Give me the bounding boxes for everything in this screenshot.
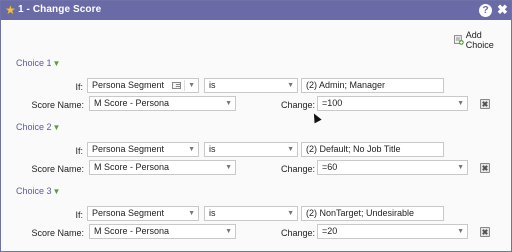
add-choice-icon (454, 35, 464, 45)
choice-2-header[interactable]: Choice 2▼ (16, 122, 60, 132)
change-score-dialog: ★ 1 - Change Score ? ✖ Add Choice Choice… (0, 0, 512, 252)
chevron-down-icon: ▼ (225, 100, 232, 107)
delete-icon[interactable] (480, 163, 490, 173)
add-choice-label: Add Choice (465, 30, 494, 50)
change-input[interactable]: =100 ▼ (317, 96, 468, 111)
change-label: Change: (280, 228, 315, 238)
change-label: Change: (280, 164, 315, 174)
score-name-label: Score Name: (31, 164, 84, 174)
help-icon[interactable]: ? (479, 4, 492, 17)
field-select[interactable]: Persona Segment ▼ (87, 142, 199, 157)
delete-icon[interactable] (480, 227, 490, 237)
chevron-down-icon: ▼ (287, 210, 294, 217)
operator-select[interactable]: is ▼ (204, 142, 298, 157)
if-label: If: (75, 146, 83, 156)
score-name-label: Score Name: (31, 100, 84, 110)
star-icon: ★ (5, 3, 16, 17)
change-label: Change: (280, 100, 315, 110)
field-value: Persona Segment (92, 144, 165, 154)
chevron-down-icon: ▼ (188, 210, 195, 217)
chevron-down-icon: ▼ (225, 228, 232, 235)
value-input[interactable]: (2) Default; No Job Title (301, 142, 444, 157)
chevron-down-icon: ▼ (225, 164, 232, 171)
score-name-select[interactable]: M Score - Persona ▼ (89, 224, 236, 239)
delete-icon[interactable] (480, 99, 490, 109)
score-name-value: M Score - Persona (94, 98, 170, 108)
chevron-down-icon: ▼ (457, 164, 464, 171)
choice-2-title: Choice 2 (16, 122, 52, 132)
score-name-label: Score Name: (31, 228, 84, 238)
score-name-select[interactable]: M Score - Persona ▼ (89, 160, 236, 175)
close-icon[interactable]: ✖ (497, 3, 508, 17)
field-value: Persona Segment (92, 80, 165, 90)
if-label: If: (75, 82, 83, 92)
chevron-down-icon: ▼ (457, 100, 464, 107)
change-input[interactable]: =60 ▼ (317, 160, 468, 175)
choice-1-title: Choice 1 (16, 58, 52, 68)
dialog-title: 1 - Change Score (18, 4, 102, 15)
value-text: (2) NonTarget; Undesirable (306, 208, 415, 218)
divider (184, 80, 185, 91)
chevron-down-icon: ▼ (188, 82, 195, 89)
change-value: =20 (322, 226, 338, 236)
operator-value: is (209, 144, 216, 154)
change-value: =100 (322, 98, 343, 108)
operator-select[interactable]: is ▼ (204, 78, 298, 93)
title-bar: ★ 1 - Change Score ? ✖ (1, 1, 511, 20)
mouse-cursor-icon (310, 111, 322, 124)
field-value: Persona Segment (92, 208, 165, 218)
change-value: =60 (322, 162, 338, 172)
score-name-value: M Score - Persona (94, 226, 170, 236)
add-choice-button[interactable]: Add Choice (454, 30, 511, 50)
chevron-down-icon: ▼ (287, 146, 294, 153)
field-select[interactable]: Persona Segment ▼ (87, 78, 199, 93)
field-select[interactable]: Persona Segment ▼ (87, 206, 199, 221)
operator-value: is (209, 80, 216, 90)
operator-value: is (209, 208, 216, 218)
value-text: (2) Admin; Manager (306, 80, 386, 90)
score-name-value: M Score - Persona (94, 162, 170, 172)
chevron-down-icon: ▼ (52, 187, 61, 196)
value-input[interactable]: (2) Admin; Manager (301, 78, 444, 93)
chevron-down-icon: ▼ (457, 228, 464, 235)
operator-select[interactable]: is ▼ (204, 206, 298, 221)
chevron-down-icon: ▼ (188, 146, 195, 153)
change-input[interactable]: =20 ▼ (317, 224, 468, 239)
choice-3-title: Choice 3 (16, 186, 52, 196)
value-input[interactable]: (2) NonTarget; Undesirable (301, 206, 444, 221)
score-name-select[interactable]: M Score - Persona ▼ (89, 96, 236, 111)
chevron-down-icon: ▼ (52, 123, 61, 132)
list-icon[interactable] (172, 82, 181, 89)
choice-3-header[interactable]: Choice 3▼ (16, 186, 60, 196)
if-label: If: (75, 210, 83, 220)
choice-1-header[interactable]: Choice 1▼ (16, 58, 60, 68)
value-text: (2) Default; No Job Title (306, 144, 401, 154)
chevron-down-icon: ▼ (287, 82, 294, 89)
chevron-down-icon: ▼ (52, 59, 61, 68)
